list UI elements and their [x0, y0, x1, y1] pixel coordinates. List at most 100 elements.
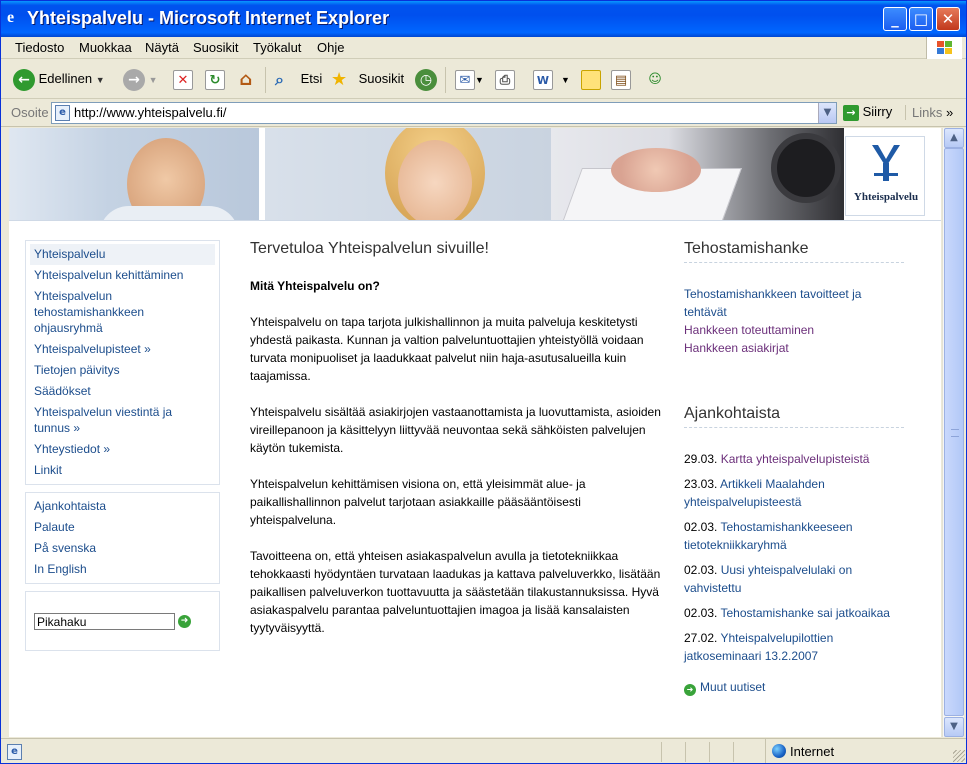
stop-icon: ✕	[173, 69, 193, 90]
site-logo[interactable]: Yhteispalvelu	[845, 136, 925, 216]
header-banner: Yhteispalvelu	[9, 128, 941, 221]
address-label: Osoite	[11, 105, 49, 120]
menu-bar: Tiedosto Muokkaa Näytä Suosikit Työkalut…	[1, 37, 966, 59]
menu-edit[interactable]: Muokkaa	[79, 40, 132, 55]
arrow-circle-icon: ➜	[684, 684, 696, 696]
left-navigation: Yhteispalvelu Yhteispalvelun kehittämine…	[25, 240, 220, 651]
search-icon: ⌕	[275, 69, 284, 89]
quick-search-input[interactable]	[34, 613, 175, 630]
paragraph-4: Tavoitteena on, että yhteisen asiakaspal…	[250, 549, 661, 635]
nav-in-english[interactable]: In English	[30, 559, 215, 580]
right-column: Tehostamishanke Tehostamishankkeen tavoi…	[684, 240, 904, 696]
links-button[interactable]: Links »	[905, 105, 953, 120]
address-url: http://www.yhteispalvelu.fi/	[74, 105, 227, 120]
news-date: 02.03.	[684, 520, 718, 534]
nav-yhteystiedot[interactable]: Yhteystiedot »	[30, 439, 215, 460]
favorites-label: Suosikit	[358, 71, 405, 86]
home-button[interactable]: ⌂	[236, 67, 256, 91]
close-button[interactable]: ✕	[936, 7, 960, 31]
back-button[interactable]: ← Edellinen ▼	[13, 67, 105, 91]
intro-question: Mitä Yhteispalvelu on?	[250, 279, 380, 293]
search-button[interactable]: ⌕ Etsi	[275, 67, 322, 91]
menu-view[interactable]: Näytä	[145, 40, 179, 55]
news-item: 02.03. Tehostamishanke sai jatkoaikaa	[684, 604, 904, 622]
print-button[interactable]: ⎙	[495, 67, 515, 91]
more-news-label: Muut uutiset	[700, 680, 766, 694]
news-link[interactable]: Kartta yhteispalvelupisteistä	[721, 452, 870, 466]
address-input[interactable]: e http://www.yhteispalvelu.fi/ ▼	[51, 102, 837, 124]
minimize-button[interactable]: _	[883, 7, 907, 31]
go-label: Siirry	[862, 104, 893, 119]
more-news-link[interactable]: ➜ Muut uutiset	[684, 680, 904, 696]
project-link-goals[interactable]: Tehostamishankkeen tavoitteet ja tehtävä…	[684, 285, 904, 321]
page-icon: e	[55, 105, 70, 121]
menu-favorites[interactable]: Suosikit	[193, 40, 239, 55]
menu-file[interactable]: Tiedosto	[15, 40, 64, 55]
globe-icon	[772, 744, 786, 758]
maximize-button[interactable]: □	[909, 7, 933, 31]
links-label: Links	[912, 105, 943, 120]
go-arrow-icon: →	[843, 104, 859, 121]
banner-photo-phone	[551, 128, 844, 220]
menu-tools[interactable]: Työkalut	[253, 40, 301, 55]
address-dropdown-icon[interactable]: ▼	[818, 103, 836, 123]
home-icon: ⌂	[239, 68, 253, 90]
project-links: Tehostamishankkeen tavoitteet ja tehtävä…	[684, 285, 904, 357]
nav-ajankohtaista[interactable]: Ajankohtaista	[30, 496, 215, 517]
scroll-down-icon[interactable]: ▼	[944, 717, 964, 737]
stop-button[interactable]: ✕	[173, 67, 193, 91]
messenger-icon: ☺	[648, 71, 662, 87]
mail-button[interactable]: ✉ ▼	[455, 67, 484, 91]
nav-linkit[interactable]: Linkit	[30, 460, 215, 481]
star-icon: ★	[331, 69, 348, 91]
news-item: 27.02. Yhteispalvelupilottien jatkosemin…	[684, 629, 904, 665]
news-date: 02.03.	[684, 606, 718, 620]
history-button[interactable]: ◷	[415, 67, 437, 91]
nav-yhteispalvelu[interactable]: Yhteispalvelu	[30, 244, 215, 265]
nav-palvelupisteet[interactable]: Yhteispalvelupisteet »	[30, 339, 215, 360]
nav-kehittaminen[interactable]: Yhteispalvelun kehittäminen	[30, 265, 215, 286]
go-button[interactable]: → Siirry	[843, 104, 892, 121]
nav-pa-svenska[interactable]: På svenska	[30, 538, 215, 559]
nav-saadokset[interactable]: Säädökset	[30, 381, 215, 402]
search-label: Etsi	[300, 71, 323, 86]
project-link-implementation[interactable]: Hankkeen toteuttaminen	[684, 321, 904, 339]
banner-photo-man	[9, 128, 259, 220]
note-icon	[581, 69, 601, 90]
page-viewport: Yhteispalvelu Yhteispalvelu Yhteispalvel…	[9, 128, 941, 737]
status-bar: e Internet	[1, 738, 966, 763]
menu-help[interactable]: Ohje	[317, 40, 344, 55]
refresh-button[interactable]: ↻	[205, 67, 225, 91]
news-item: 02.03. Tehostamishankkeeseen tietoteknii…	[684, 518, 904, 554]
favorites-button[interactable]: ★ Suosikit	[331, 67, 404, 91]
scroll-up-icon[interactable]: ▲	[944, 128, 964, 148]
zone-label: Internet	[790, 744, 835, 759]
paragraph-3: Yhteispalvelun kehittämisen visiona on, …	[250, 477, 586, 527]
paragraph-1: Yhteispalvelu on tapa tarjota julkishall…	[250, 315, 644, 383]
nav-viestinta[interactable]: Yhteispalvelun viestintä ja tunnus »	[30, 402, 215, 439]
vertical-scrollbar[interactable]: ▲ ▼	[942, 128, 964, 737]
address-bar: Osoite e http://www.yhteispalvelu.fi/ ▼ …	[1, 99, 966, 127]
forward-button[interactable]: → ▼	[123, 67, 158, 91]
title-bar: e Yhteispalvelu - Microsoft Internet Exp…	[1, 1, 966, 37]
research-icon: ▤	[611, 69, 631, 90]
nav-tietojen-paivitys[interactable]: Tietojen päivitys	[30, 360, 215, 381]
research-button[interactable]: ▤	[611, 67, 631, 91]
nav-palaute[interactable]: Palaute	[30, 517, 215, 538]
nav-ohjausryhma[interactable]: Yhteispalvelun tehostamishankkeen ohjaus…	[30, 286, 215, 339]
tehostamishanke-heading: Tehostamishanke	[684, 240, 904, 263]
messenger-button[interactable]: ☺	[645, 67, 665, 91]
news-link[interactable]: Tehostamishanke sai jatkoaikaa	[721, 606, 890, 620]
scroll-thumb[interactable]	[944, 148, 964, 716]
main-content: Tervetuloa Yhteispalvelun sivuille! Mitä…	[250, 240, 670, 655]
resize-grip-icon[interactable]	[953, 750, 965, 762]
search-go-icon[interactable]: ➜	[178, 615, 191, 628]
news-date: 27.02.	[684, 631, 718, 645]
news-date: 02.03.	[684, 563, 718, 577]
project-link-documents[interactable]: Hankkeen asiakirjat	[684, 339, 904, 357]
discuss-button[interactable]	[581, 67, 601, 91]
banner-photo-woman	[265, 128, 551, 220]
forward-arrow-icon: →	[123, 68, 145, 91]
quick-search-box: ➜	[25, 591, 220, 651]
edit-button[interactable]: W ▼	[533, 67, 570, 91]
